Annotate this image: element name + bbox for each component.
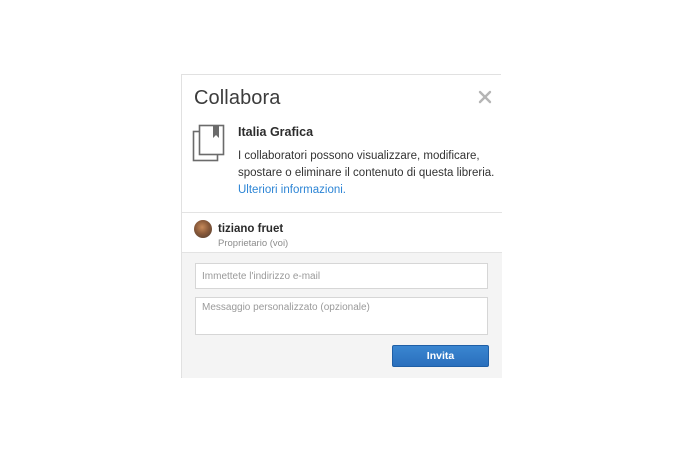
invite-panel: Invita (182, 252, 502, 378)
close-icon[interactable] (476, 88, 494, 106)
owner-name: tiziano fruet (218, 223, 284, 235)
library-icon (192, 124, 228, 162)
library-description-text: I collaboratori possono visualizzare, mo… (238, 150, 495, 179)
avatar (194, 220, 212, 238)
collaborate-dialog: Collabora Italia Grafica I collaboratori… (181, 74, 502, 378)
library-description: I collaboratori possono visualizzare, mo… (238, 148, 500, 199)
owner-role: Proprietario (voi) (218, 238, 289, 249)
learn-more-link[interactable]: Ulteriori informazioni. (238, 184, 346, 196)
library-name: Italia Grafica (238, 125, 314, 139)
divider (182, 212, 502, 213)
personal-message-field[interactable] (195, 297, 488, 335)
dialog-title: Collabora (194, 87, 281, 109)
email-field[interactable] (195, 263, 488, 289)
invite-button[interactable]: Invita (392, 345, 489, 367)
